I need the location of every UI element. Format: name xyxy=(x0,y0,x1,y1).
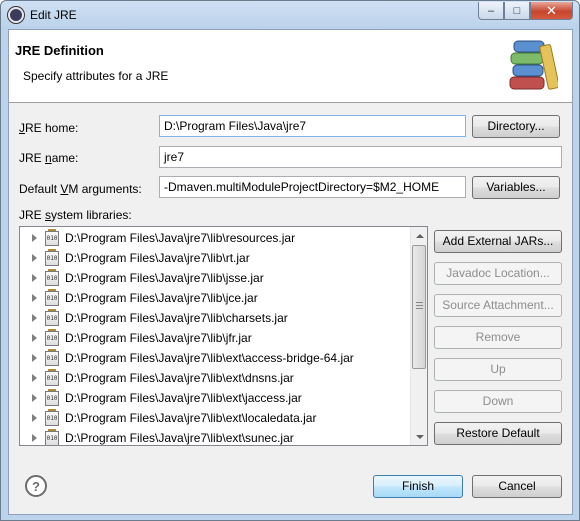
window-controls: – □ ✕ xyxy=(478,2,573,20)
library-path: D:\Program Files\Java\jre7\lib\ext\jacce… xyxy=(65,391,302,405)
jre-name-label: JRE name: xyxy=(19,151,79,165)
library-path: D:\Program Files\Java\jre7\lib\ext\sunec… xyxy=(65,431,294,445)
expand-arrow-icon[interactable] xyxy=(32,274,37,282)
vm-args-label: Default VM arguments: xyxy=(19,182,142,196)
jar-file-icon: 010 xyxy=(45,428,59,445)
maximize-button[interactable]: □ xyxy=(504,2,530,20)
expand-arrow-icon[interactable] xyxy=(32,334,37,342)
page-subtitle: Specify attributes for a JRE xyxy=(23,69,169,83)
title-bar[interactable]: Edit JRE – □ ✕ xyxy=(1,1,579,29)
list-item[interactable]: 010 D:\Program Files\Java\jre7\lib\jfr.ja… xyxy=(20,328,410,348)
library-path: D:\Program Files\Java\jre7\lib\rt.jar xyxy=(65,251,250,265)
arrow-up-icon xyxy=(415,233,424,238)
down-button[interactable]: Down xyxy=(434,390,562,413)
list-item[interactable]: 010 D:\Program Files\Java\jre7\lib\ext\ac… xyxy=(20,348,410,368)
library-path: D:\Program Files\Java\jre7\lib\jfr.jar xyxy=(65,331,252,345)
jar-file-icon: 010 xyxy=(45,308,59,326)
expand-arrow-icon[interactable] xyxy=(32,414,37,422)
expand-arrow-icon[interactable] xyxy=(32,434,37,442)
up-button[interactable]: Up xyxy=(434,358,562,381)
expand-arrow-icon[interactable] xyxy=(32,314,37,322)
library-path: D:\Program Files\Java\jre7\lib\ext\acces… xyxy=(65,351,354,365)
expand-arrow-icon[interactable] xyxy=(32,374,37,382)
grip-icon xyxy=(416,302,423,309)
list-item[interactable]: 010 D:\Program Files\Java\jre7\lib\ext\lo… xyxy=(20,408,410,428)
vm-args-field[interactable]: -Dmaven.multiModuleProjectDirectory=$M2_… xyxy=(159,176,466,198)
jar-file-icon: 010 xyxy=(45,328,59,346)
jar-file-icon: 010 xyxy=(45,248,59,266)
jar-file-icon: 010 xyxy=(45,228,59,246)
help-icon[interactable]: ? xyxy=(25,475,47,497)
library-books-icon xyxy=(509,40,558,90)
list-item[interactable]: 010 D:\Program Files\Java\jre7\lib\charse… xyxy=(20,308,410,328)
cancel-button[interactable]: Cancel xyxy=(472,475,562,498)
arrow-down-icon xyxy=(415,434,424,439)
expand-arrow-icon[interactable] xyxy=(32,294,37,302)
library-path: D:\Program Files\Java\jre7\lib\ext\local… xyxy=(65,411,317,425)
libraries-label: JRE system libraries: xyxy=(19,208,132,222)
list-item[interactable]: 010 D:\Program Files\Java\jre7\lib\rt.jar xyxy=(20,248,410,268)
expand-arrow-icon[interactable] xyxy=(32,234,37,242)
window-title: Edit JRE xyxy=(30,8,77,22)
close-button[interactable]: ✕ xyxy=(530,2,573,20)
javadoc-location-button[interactable]: Javadoc Location... xyxy=(434,262,562,285)
vertical-scrollbar[interactable] xyxy=(410,227,427,445)
restore-default-button[interactable]: Restore Default xyxy=(434,422,562,445)
scroll-thumb[interactable] xyxy=(412,245,426,369)
jre-home-field[interactable]: D:\Program Files\Java\jre7 xyxy=(159,115,466,137)
jar-file-icon: 010 xyxy=(45,288,59,306)
library-path: D:\Program Files\Java\jre7\lib\ext\dnsns… xyxy=(65,371,294,385)
dialog-body: JRE Definition Specify attributes for a … xyxy=(8,29,573,515)
jar-file-icon: 010 xyxy=(45,348,59,366)
list-item[interactable]: 010 D:\Program Files\Java\jre7\lib\resour… xyxy=(20,228,410,248)
edit-jre-window: Edit JRE – □ ✕ JRE Definition Specify at… xyxy=(0,0,580,521)
jre-home-label: JRE home: xyxy=(19,121,79,135)
directory-button[interactable]: Directory... xyxy=(472,115,560,138)
jar-file-icon: 010 xyxy=(45,388,59,406)
source-attachment-button[interactable]: Source Attachment... xyxy=(434,294,562,317)
expand-arrow-icon[interactable] xyxy=(32,254,37,262)
library-path: D:\Program Files\Java\jre7\lib\jce.jar xyxy=(65,291,258,305)
page-title: JRE Definition xyxy=(15,43,104,58)
expand-arrow-icon[interactable] xyxy=(32,394,37,402)
scroll-down-button[interactable] xyxy=(411,428,427,445)
list-item[interactable]: 010 D:\Program Files\Java\jre7\lib\jce.ja… xyxy=(20,288,410,308)
minimize-button[interactable]: – xyxy=(478,2,504,20)
wizard-header: JRE Definition Specify attributes for a … xyxy=(9,30,572,103)
remove-button[interactable]: Remove xyxy=(434,326,562,349)
finish-button[interactable]: Finish xyxy=(373,475,463,498)
eclipse-icon xyxy=(8,7,24,23)
list-item[interactable]: 010 D:\Program Files\Java\jre7\lib\ext\dn… xyxy=(20,368,410,388)
jre-name-field[interactable]: jre7 xyxy=(159,146,562,168)
variables-button[interactable]: Variables... xyxy=(472,176,560,199)
list-item[interactable]: 010 D:\Program Files\Java\jre7\lib\ext\su… xyxy=(20,428,410,445)
scroll-up-button[interactable] xyxy=(411,227,427,244)
list-item[interactable]: 010 D:\Program Files\Java\jre7\lib\ext\ja… xyxy=(20,388,410,408)
jar-file-icon: 010 xyxy=(45,268,59,286)
list-item[interactable]: 010 D:\Program Files\Java\jre7\lib\jsse.j… xyxy=(20,268,410,288)
libraries-list[interactable]: 010 D:\Program Files\Java\jre7\lib\ext\su… xyxy=(19,226,428,446)
library-path: D:\Program Files\Java\jre7\lib\jsse.jar xyxy=(65,271,264,285)
expand-arrow-icon[interactable] xyxy=(32,354,37,362)
add-external-jars-button[interactable]: Add External JARs... xyxy=(434,230,562,253)
library-path: D:\Program Files\Java\jre7\lib\charsets.… xyxy=(65,311,288,325)
jar-file-icon: 010 xyxy=(45,408,59,426)
jar-file-icon: 010 xyxy=(45,368,59,386)
library-path: D:\Program Files\Java\jre7\lib\resources… xyxy=(65,231,296,245)
